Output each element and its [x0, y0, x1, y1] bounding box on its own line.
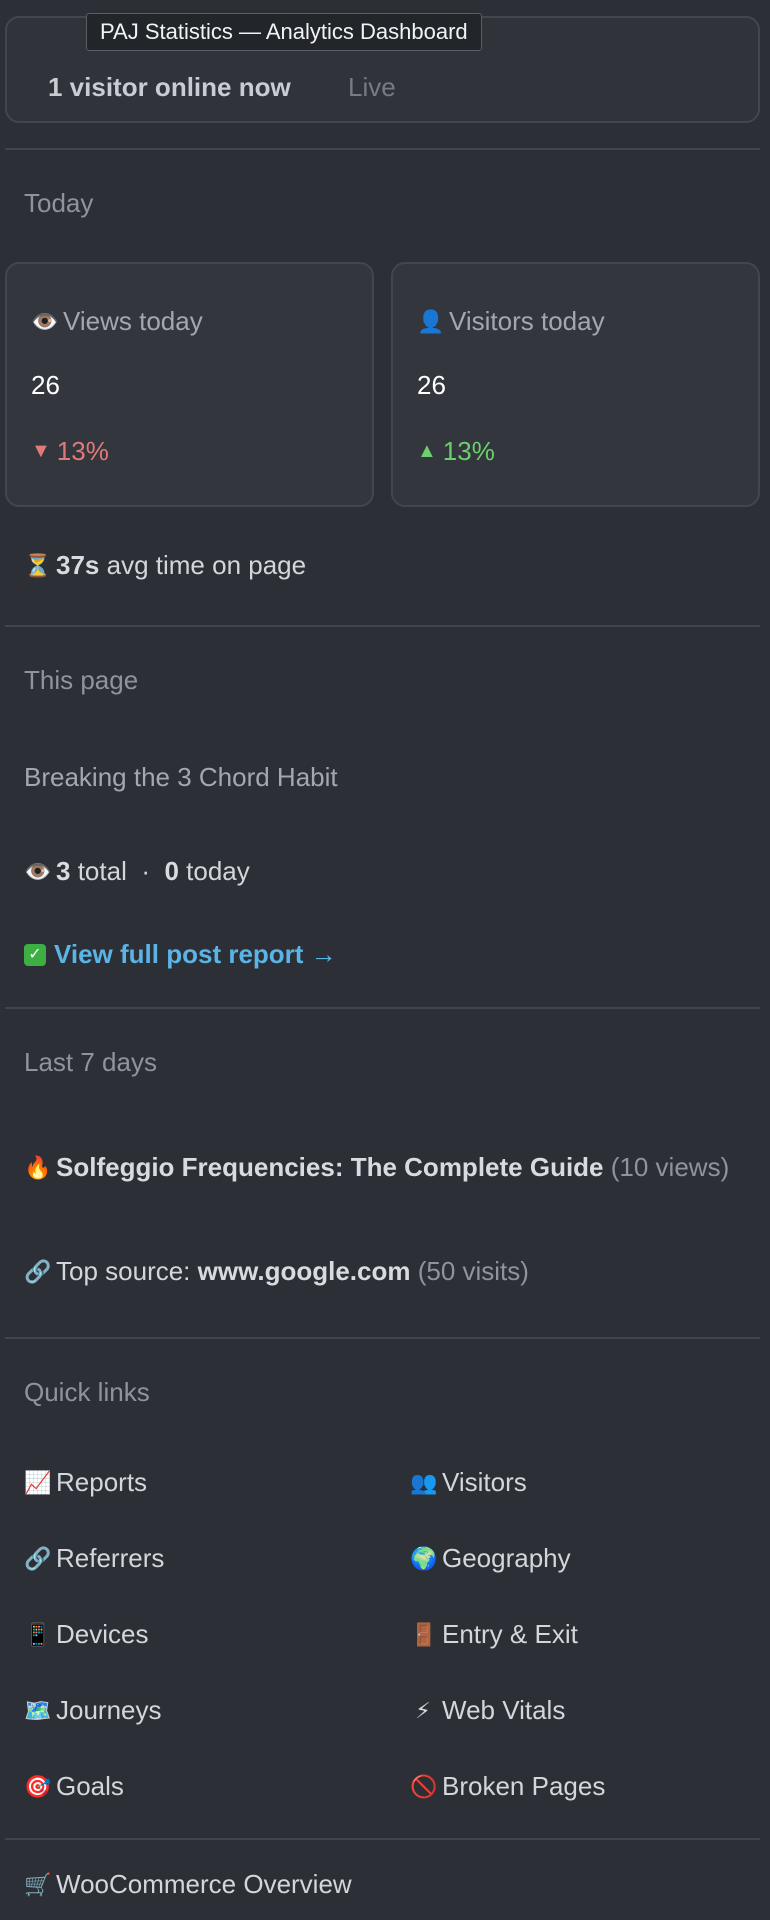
check-icon: ✓ [24, 943, 46, 966]
quick-link-broken-pages[interactable]: 🚫 Broken Pages [410, 1771, 605, 1802]
quick-link-label: Devices [56, 1619, 149, 1649]
views-today-change: ▼ 13% [31, 436, 109, 467]
online-visitors-text: 1 visitor online now [48, 72, 291, 102]
visitors-today-value: 26 [417, 370, 446, 400]
section-title-this-page: This page [24, 665, 139, 695]
post-views-line: 👁️ 3 total · 0 today [24, 856, 250, 887]
prohibited-icon: 🚫 [410, 1773, 438, 1799]
post-title: Breaking the 3 Chord Habit [24, 762, 338, 792]
divider [5, 1007, 760, 1009]
target-icon: 🎯 [24, 1773, 52, 1799]
avg-time-on-page: ⏳ 37s avg time on page [24, 550, 306, 581]
quick-link-label: Geography [442, 1543, 571, 1573]
divider [5, 1838, 760, 1840]
up-triangle-icon: ▲ [417, 440, 437, 462]
map-icon: 🗺️ [24, 1697, 52, 1723]
tooltip: PAJ Statistics — Analytics Dashboard [86, 13, 482, 51]
top-post-views: (10 views) [610, 1152, 730, 1182]
quick-link-label: Entry & Exit [442, 1619, 578, 1649]
divider [5, 148, 760, 150]
hourglass-icon: ⏳ [24, 552, 52, 578]
fire-icon: 🔥 [24, 1154, 52, 1180]
views-today-value: 26 [31, 370, 60, 400]
quick-link-geography[interactable]: 🌍 Geography [410, 1543, 571, 1574]
link-icon: 🔗 [24, 1258, 52, 1284]
eye-icon: 👁️ [24, 858, 52, 884]
quick-link-goals[interactable]: 🎯 Goals [24, 1771, 124, 1802]
section-title-today: Today [24, 188, 94, 218]
top-post-line[interactable]: 🔥 Solfeggio Frequencies: The Complete Gu… [24, 1152, 729, 1183]
top-source-line: 🔗 Top source: www.google.com (50 visits) [24, 1256, 529, 1287]
quick-link-label: Referrers [56, 1543, 165, 1573]
section-title-last-7-days: Last 7 days [24, 1047, 157, 1077]
top-source-visits: (50 visits) [417, 1256, 529, 1286]
separator: · [141, 856, 150, 886]
quick-link-label: Reports [56, 1467, 148, 1497]
views-today-label: 👁️ Views today [31, 306, 203, 337]
avg-time-text: avg time on page [106, 550, 307, 580]
top-post-title[interactable]: Solfeggio Frequencies: The Complete Guid… [56, 1152, 604, 1183]
stats-panel: 1 visitor online now Live PAJ Statistics… [0, 0, 770, 1920]
views-today-card[interactable]: 👁️ Views today 26 ▼ 13% [5, 262, 374, 507]
visitors-today-label-text: Visitors today [449, 306, 605, 336]
visitors-change-value: 13% [442, 436, 495, 466]
link-icon: 🔗 [24, 1545, 52, 1571]
views-today-label-text: Views today [63, 306, 203, 336]
visitors-today-change: ▲ 13% [417, 436, 495, 467]
quick-link-label: Visitors [442, 1467, 527, 1497]
phone-icon: 📱 [24, 1621, 52, 1647]
visitors-today-card[interactable]: 👤 Visitors today 26 ▲ 13% [391, 262, 760, 507]
visitors-today-label: 👤 Visitors today [417, 306, 605, 337]
lightning-icon: ⚡ [415, 1697, 431, 1723]
views-change-value: 13% [56, 436, 109, 466]
quick-link-referrers[interactable]: 🔗 Referrers [24, 1543, 164, 1574]
quick-link-visitors[interactable]: 👥 Visitors [410, 1467, 527, 1498]
quick-link-label: Web Vitals [442, 1695, 566, 1725]
post-today-label: today [186, 856, 250, 886]
divider [5, 625, 760, 627]
quick-link-journeys[interactable]: 🗺️ Journeys [24, 1695, 162, 1726]
divider [5, 1337, 760, 1339]
post-report-line[interactable]: ✓ View full post report → [24, 939, 337, 970]
quick-link-devices[interactable]: 📱 Devices [24, 1619, 148, 1650]
people-icon: 👥 [410, 1469, 438, 1495]
quick-link-reports[interactable]: 📈 Reports [24, 1467, 147, 1498]
quick-link-entry-exit[interactable]: 🚪 Entry & Exit [410, 1619, 578, 1650]
live-indicator: Live [348, 72, 396, 102]
door-icon: 🚪 [410, 1621, 438, 1647]
globe-icon: 🌍 [410, 1545, 438, 1571]
quick-link-label: Goals [56, 1771, 124, 1801]
cart-icon: 🛒 [24, 1871, 52, 1897]
view-post-report-link[interactable]: View full post report → [54, 939, 337, 970]
quick-link-web-vitals[interactable]: ⚡ Web Vitals [410, 1695, 565, 1726]
section-title-quick-links: Quick links [24, 1377, 150, 1407]
woocommerce-overview-label: WooCommerce Overview [56, 1869, 352, 1899]
quick-link-label: Journeys [56, 1695, 162, 1725]
post-total-label: total [77, 856, 127, 886]
down-triangle-icon: ▼ [31, 440, 51, 462]
top-source-label: Top source: [56, 1256, 191, 1286]
woocommerce-overview-link[interactable]: 🛒 WooCommerce Overview [24, 1869, 352, 1900]
eye-icon: 👁️ [31, 308, 59, 334]
top-source-value[interactable]: www.google.com [198, 1256, 411, 1287]
chart-icon: 📈 [24, 1469, 52, 1495]
post-total-value: 3 [56, 856, 71, 886]
post-today-value: 0 [164, 856, 179, 886]
quick-link-label: Broken Pages [442, 1771, 606, 1801]
avg-time-value: 37s [56, 550, 100, 580]
person-icon: 👤 [417, 308, 445, 334]
